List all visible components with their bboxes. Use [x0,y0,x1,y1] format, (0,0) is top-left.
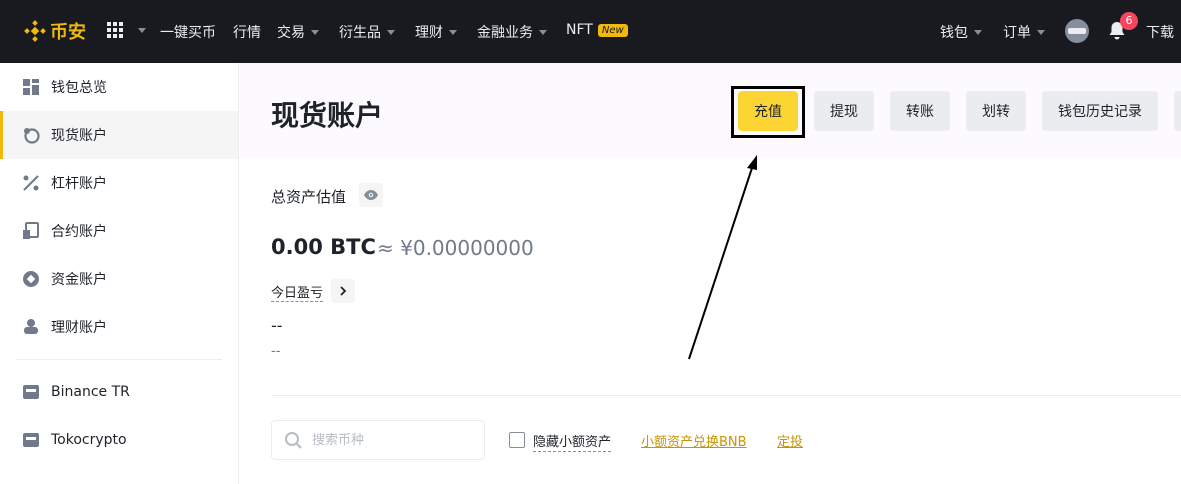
hide-small-checkbox[interactable] [509,432,525,448]
chevron-down-icon [138,28,146,33]
pnl-detail-button[interactable] [331,279,355,303]
nav-earn[interactable]: 理财 [415,22,457,42]
dashboard-icon [23,79,39,95]
sidebar-item-futures[interactable]: 合约账户 [0,207,238,255]
chevron-right-icon [340,286,347,296]
avatar[interactable] [1065,19,1089,43]
nav-label: 钱包 [940,25,968,41]
wallet-history-button[interactable]: 钱包历史记录 [1042,91,1158,131]
search-icon [285,432,302,449]
page-title: 现货账户 [271,99,384,132]
chevron-down-icon [539,29,547,35]
pnl-value: -- [271,316,283,335]
convert-to-bnb-link[interactable]: 小额资产兑换BNB [641,431,747,450]
binance-logo-icon [24,20,46,42]
top-navigation-bar: 币安 一键买币 行情 交易 衍生品 理财 金融业务 NFT New 钱包 订单 [0,0,1181,63]
chevron-down-icon [974,29,982,35]
sidebar-item-funding[interactable]: 资金账户 [0,255,238,303]
nav-label: 金融业务 [477,25,533,41]
nav-derivatives[interactable]: 衍生品 [339,22,395,42]
withdraw-button[interactable]: 提现 [814,91,874,131]
nav-label: 交易 [277,25,305,41]
margin-icon [23,175,39,191]
sidebar-item-label: Binance TR [51,384,130,400]
apps-grid-icon[interactable] [107,22,123,38]
nav-wallet[interactable]: 钱包 [940,22,982,42]
nav-finance[interactable]: 金融业务 [477,22,547,42]
recurring-buy-link[interactable]: 定投 [777,431,803,450]
nav-label: 衍生品 [339,25,381,41]
pnl-percent: -- [271,344,281,359]
logo-text: 币安 [50,22,86,43]
more-button[interactable] [1174,91,1181,131]
spot-icon [24,128,40,144]
sidebar-item-label: 资金账户 [51,272,107,288]
total-balance-label: 总资产估值 [271,188,347,206]
sidebar-item-label: 理财账户 [51,320,107,336]
wallet-icon [23,433,39,447]
sidebar-item-label: 钱包总览 [51,80,107,96]
send-button[interactable]: 转账 [890,91,950,131]
nav-orders[interactable]: 订单 [1003,22,1045,42]
earn-icon [24,319,38,334]
section-divider [271,395,1181,396]
chevron-down-icon [1037,29,1045,35]
sidebar-item-earn[interactable]: 理财账户 [0,303,238,351]
nav-label: 下载 [1146,25,1174,41]
futures-icon [23,222,39,239]
notification-badge: 6 [1120,12,1138,30]
sidebar-item-tokocrypto[interactable]: Tokocrypto [0,416,238,464]
nav-buy-crypto[interactable]: 一键买币 [160,22,216,42]
balance-fiat: ≈ ¥0.00000000 [377,236,534,260]
nav-nft[interactable]: NFT New [566,22,628,38]
sidebar-item-binance-tr[interactable]: Binance TR [0,368,238,416]
nav-label: NFT [566,22,593,38]
chevron-down-icon [311,29,319,35]
nav-label: 一键买币 [160,25,216,41]
nav-label: 理财 [415,25,443,41]
funding-icon [23,271,39,287]
nav-label: 订单 [1003,25,1031,41]
search-box[interactable] [271,420,485,460]
nav-markets[interactable]: 行情 [233,22,261,42]
balance-btc: 0.00 BTC [271,235,376,259]
pnl-label[interactable]: 今日盈亏 [271,282,324,302]
search-input[interactable] [312,432,462,448]
chevron-down-icon [387,29,395,35]
sidebar-item-label: Tokocrypto [51,432,127,448]
sidebar-item-overview[interactable]: 钱包总览 [0,63,238,111]
wallet-icon [23,385,39,399]
sidebar-item-margin[interactable]: 杠杆账户 [0,159,238,207]
sidebar-item-label: 合约账户 [51,224,107,240]
hide-small-label[interactable]: 隐藏小额资产 [533,431,612,452]
deposit-highlight [731,86,805,138]
sidebar-divider [16,359,222,360]
binance-logo[interactable]: 币安 [24,18,86,44]
sidebar-item-label: 现货账户 [51,128,107,144]
new-badge: New [597,23,628,37]
toggle-visibility-button[interactable] [359,183,383,207]
nav-trade[interactable]: 交易 [277,22,319,42]
sidebar: 钱包总览 现货账户 杠杆账户 合约账户 资金账户 理财账户 Binance TR… [0,63,239,484]
eye-icon [364,190,378,200]
transfer-button[interactable]: 划转 [966,91,1026,131]
sidebar-item-spot[interactable]: 现货账户 [0,111,238,159]
nav-download[interactable]: 下载 [1146,22,1174,42]
nav-label: 行情 [233,25,261,41]
sidebar-item-label: 杠杆账户 [51,176,107,192]
chevron-down-icon [449,29,457,35]
